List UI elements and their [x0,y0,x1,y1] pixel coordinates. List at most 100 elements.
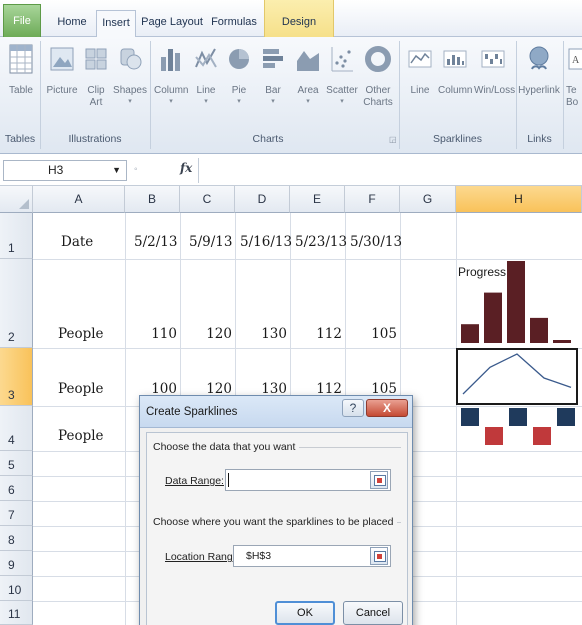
winloss-sparkline-marker-3 [509,408,527,426]
tab-page-layout[interactable]: Page Layout [140,10,204,37]
location-range-input[interactable]: $H$3 [233,545,391,567]
row-header-10[interactable]: 10 [0,576,33,601]
sparkline-line-icon [408,50,432,68]
cell-f2[interactable]: 105 [345,326,397,342]
bar-label: Bar [265,85,281,96]
column-header-f[interactable]: F [345,186,400,213]
shapes-button[interactable]: Shapes ▾ [113,43,147,107]
close-button[interactable]: X [366,399,408,417]
sparkline-winloss-button[interactable]: Win/Loss [474,43,516,97]
doughnut-chart-icon [365,46,391,72]
row-header-9[interactable]: 9 [0,551,33,576]
row-header-2[interactable]: 2 [0,259,33,348]
shapes-icon [120,48,142,70]
formula-bar-handle-icon[interactable]: ◦ [134,164,138,175]
cell-a4[interactable]: People [58,428,104,444]
ok-button[interactable]: OK [275,601,335,625]
area-dropdown-icon: ▾ [306,98,310,105]
gridline [125,213,126,625]
hyperlink-button[interactable]: Hyperlink [518,43,560,97]
sparkline-column-label: Column [438,85,473,96]
other-charts-button[interactable]: Other Charts [362,43,394,109]
name-box-value: H3 [48,163,64,177]
tab-insert[interactable]: Insert [96,10,136,38]
row-header-11[interactable]: 11 [0,601,33,625]
row-header-5[interactable]: 5 [0,451,33,476]
cell-a2[interactable]: People [58,326,104,342]
bar-chart-button[interactable]: Bar ▾ [260,43,286,107]
tab-formulas[interactable]: Formulas [208,10,260,37]
column-header-g[interactable]: G [400,186,456,213]
cell-b2[interactable]: 110 [125,326,177,342]
scatter-chart-button[interactable]: Scatter ▾ [326,43,358,107]
name-box[interactable]: H3 ▼ [3,160,127,181]
row-header-6[interactable]: 6 [0,476,33,501]
cell-b1[interactable]: 5/2/13 [134,234,177,250]
cell-a3[interactable]: People [58,381,104,397]
selected-cell-h3[interactable] [456,348,578,405]
select-all-button[interactable] [0,186,33,213]
row-header-7[interactable]: 7 [0,501,33,526]
clip-art-label-1: Clip [87,85,105,96]
cell-e2[interactable]: 112 [290,326,342,342]
row-header-1[interactable]: 1 [0,213,33,259]
section-data-heading: Choose the data that you want [153,441,300,453]
cell-f1[interactable]: 5/30/13 [350,234,402,250]
winloss-sparkline[interactable] [456,406,582,451]
scatter-dropdown-icon: ▾ [340,98,344,105]
cell-e1[interactable]: 5/23/13 [295,234,347,250]
cancel-button[interactable]: Cancel [343,601,403,625]
row-header-8[interactable]: 8 [0,526,33,551]
location-range-collapse-icon[interactable] [370,547,388,565]
sparkline-column-button[interactable]: Column [438,43,472,97]
dialog-title-bar[interactable]: Create Sparklines ? X [140,396,412,428]
column-label: Column [154,85,189,96]
cell-c1[interactable]: 5/9/13 [189,234,232,250]
column-header-b[interactable]: B [125,186,180,213]
data-range-collapse-icon[interactable] [370,471,388,489]
winloss-sparkline-marker-4 [533,427,551,445]
cell-d1[interactable]: 5/16/13 [240,234,292,250]
pie-chart-button[interactable]: Pie ▾ [226,43,252,107]
charts-dialog-launcher-icon[interactable]: ◲ [389,135,397,144]
column-chart-button[interactable]: Column ▾ [154,43,188,107]
tab-design[interactable]: Design [264,0,334,37]
sparkline-winloss-label: Win/Loss [474,85,516,96]
column-sparkline[interactable] [456,259,582,348]
line-sparkline [462,353,572,395]
group-label-illustrations: Illustrations [68,133,122,145]
formula-bar-divider [198,158,199,183]
cell-a1[interactable]: Date [61,234,93,250]
area-chart-button[interactable]: Area ▾ [294,43,322,107]
column-header-e[interactable]: E [290,186,345,213]
row-number: 6 [8,483,15,497]
column-header-a[interactable]: A [33,186,125,213]
clip-art-icon [85,48,107,70]
row-header-4[interactable]: 4 [0,406,33,451]
text-box-label-2: Bo [566,97,579,108]
clip-art-button[interactable]: Clip Art [82,43,110,109]
cell-c2[interactable]: 120 [180,326,232,342]
line-dropdown-icon: ▾ [204,98,208,105]
row-number: 3 [8,388,15,402]
row-header-3[interactable]: 3 [0,348,33,406]
row-number: 2 [8,330,15,344]
data-range-input[interactable] [225,469,391,491]
table-button[interactable]: Table [4,43,38,97]
column-sparkline-bar-4 [530,317,548,343]
tab-home[interactable]: Home [52,10,92,37]
tab-file[interactable]: File [3,4,41,37]
pie-label: Pie [231,85,247,96]
name-box-dropdown-icon[interactable]: ▼ [112,161,121,180]
column-header-c[interactable]: C [180,186,235,213]
insert-function-button[interactable]: fx [180,161,192,175]
line-chart-button[interactable]: Line ▾ [192,43,220,107]
column-header-d[interactable]: D [235,186,290,213]
help-button[interactable]: ? [342,399,364,417]
cell-d2[interactable]: 130 [235,326,287,342]
text-box-button[interactable]: A Te Bo [566,43,582,109]
sparkline-line-button[interactable]: Line [404,43,436,97]
column-header-h[interactable]: H [456,186,582,213]
hyperlink-icon [529,46,549,70]
picture-button[interactable]: Picture [44,43,80,97]
